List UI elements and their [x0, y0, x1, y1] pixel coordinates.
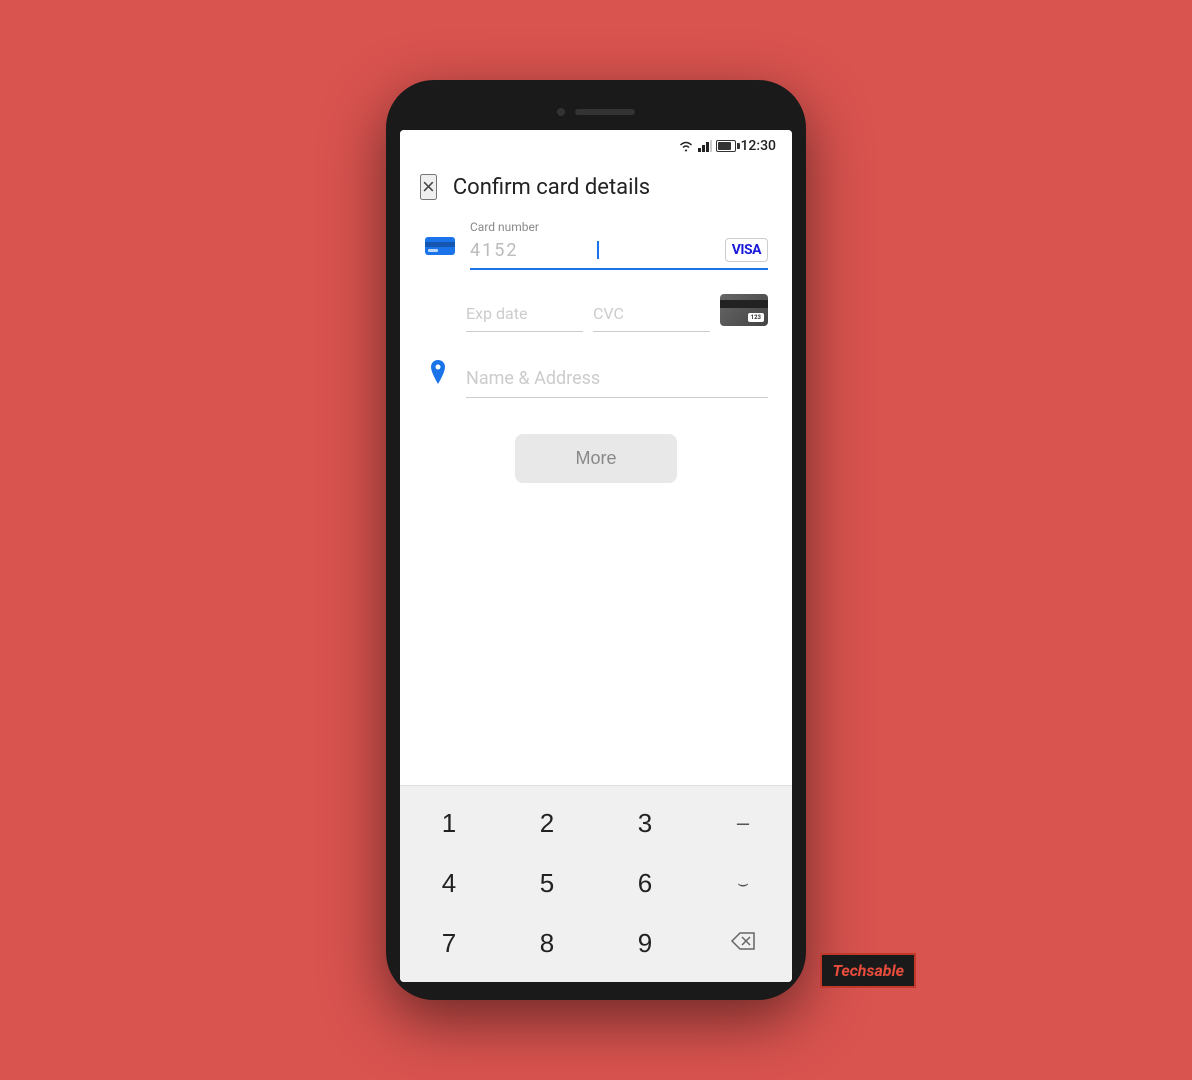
exp-date-field[interactable]: Exp date	[466, 304, 583, 332]
card-number-input-row[interactable]: 4152 VISA	[470, 238, 768, 270]
phone-frame: 12:30 × Confirm card details	[386, 80, 806, 1000]
keyboard-row-1: 1 2 3 –	[400, 794, 792, 852]
card-number-section: Card number 4152 VISA	[424, 212, 768, 270]
phone-speaker	[575, 109, 635, 115]
keyboard-row-3: 7 8 9	[400, 914, 792, 972]
status-time: 12:30	[740, 138, 776, 154]
key-6[interactable]: 6	[596, 854, 694, 912]
techsable-badge: Techsable	[820, 953, 916, 988]
address-placeholder: Name & Address	[466, 368, 768, 398]
keyboard: 1 2 3 – 4 5 6 ⌣ 7 8 9	[400, 785, 792, 982]
exp-date-placeholder: Exp date	[466, 304, 583, 332]
form-area: Card number 4152 VISA Exp date	[400, 212, 792, 785]
phone-screen: 12:30 × Confirm card details	[400, 130, 792, 982]
page-title: Confirm card details	[453, 175, 650, 200]
cvc-placeholder: CVC	[593, 304, 710, 332]
phone-camera	[557, 108, 565, 116]
card-input-wrapper: Card number 4152 VISA	[470, 220, 768, 270]
techsable-text: Techsable	[832, 961, 904, 980]
app-content: × Confirm card details Card number	[400, 158, 792, 982]
visa-badge: VISA	[725, 238, 768, 262]
key-1[interactable]: 1	[400, 794, 498, 852]
cvc-card-number: 123	[748, 313, 764, 322]
key-4[interactable]: 4	[400, 854, 498, 912]
exp-cvc-section: Exp date CVC 123	[424, 274, 768, 332]
phone-notch	[400, 98, 792, 126]
key-7[interactable]: 7	[400, 914, 498, 972]
wifi-icon	[678, 140, 694, 152]
battery-icon	[716, 140, 736, 152]
close-button[interactable]: ×	[420, 174, 437, 200]
cvc-card-icon: 123	[720, 294, 768, 326]
card-number-label: Card number	[470, 220, 768, 234]
key-backspace[interactable]	[694, 914, 792, 972]
location-icon	[424, 358, 452, 390]
signal-icon	[698, 140, 712, 152]
address-input-wrapper[interactable]: Name & Address	[466, 368, 768, 398]
key-5[interactable]: 5	[498, 854, 596, 912]
key-space[interactable]: ⌣	[694, 854, 792, 912]
card-icon	[424, 234, 456, 262]
key-9[interactable]: 9	[596, 914, 694, 972]
cvc-field[interactable]: CVC	[593, 304, 710, 332]
key-8[interactable]: 8	[498, 914, 596, 972]
status-bar: 12:30	[400, 130, 792, 158]
key-dash[interactable]: –	[694, 794, 792, 852]
text-cursor	[597, 241, 599, 259]
keyboard-row-2: 4 5 6 ⌣	[400, 854, 792, 912]
app-header: × Confirm card details	[400, 158, 792, 212]
address-section: Name & Address	[424, 340, 768, 398]
more-button[interactable]: More	[515, 434, 676, 483]
key-3[interactable]: 3	[596, 794, 694, 852]
key-2[interactable]: 2	[498, 794, 596, 852]
more-section: More	[424, 406, 768, 499]
card-number-value: 4152	[470, 240, 595, 261]
status-icons: 12:30	[678, 138, 776, 154]
